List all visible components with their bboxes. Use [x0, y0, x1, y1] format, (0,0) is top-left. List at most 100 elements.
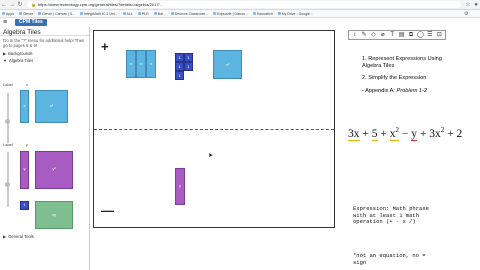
- sidebar-title: Algebra Tiles: [0, 27, 89, 36]
- lock-icon: 🔒: [31, 2, 36, 7]
- url-text: https://www.technology.cpm.org/general/t…: [37, 2, 163, 7]
- bookmark-label: Apps: [6, 11, 14, 16]
- label-y-caption: Label y: [3, 142, 28, 147]
- triangle-right-icon: ▶: [3, 51, 7, 56]
- bookmark-item[interactable]: PLG: [137, 11, 149, 16]
- address-bar: ← → ↻ 🔒 https://www.technology.cpm.org/ge…: [0, 0, 480, 10]
- workspace-unit-tile[interactable]: 1: [184, 62, 193, 71]
- profile-icon[interactable]: ●: [472, 1, 480, 9]
- bookmark-favicon-icon: [153, 12, 157, 15]
- app-header: ≡ CPM Tiles: [0, 18, 90, 27]
- bookmark-label: Clever: [22, 11, 34, 16]
- bookmark-favicon-icon: [213, 12, 217, 15]
- annotation-tool-5-icon[interactable]: ▤: [397, 31, 406, 39]
- annotation-tool-8-icon[interactable]: ☰: [425, 31, 434, 39]
- annotation-toolbar: ↕ ✎ ◇ ⌀ T ▤ ⧉ ◯ ☰ ⊡: [348, 30, 446, 40]
- note-item-3: - Appendix A: Problem 1-2: [362, 88, 427, 94]
- workspace-unit-tile[interactable]: 1: [175, 53, 184, 62]
- workspace-x2-tile[interactable]: x²: [213, 50, 242, 79]
- bookmark-item[interactable]: Clever | Canvas | S...: [38, 12, 75, 16]
- annotation-tool-9-icon[interactable]: ⊡: [435, 31, 444, 39]
- url-input[interactable]: 🔒 https://www.technology.cpm.org/general/…: [27, 1, 461, 8]
- hamburger-menu-icon[interactable]: ≡: [3, 19, 11, 27]
- y-slider-knob[interactable]: [5, 182, 10, 187]
- section-algebra-tiles[interactable]: ▼ Algebra Tiles: [0, 57, 89, 64]
- workspace-x-tile[interactable]: x: [126, 50, 136, 78]
- forward-icon[interactable]: →: [8, 1, 16, 9]
- region-divider: [94, 129, 334, 130]
- settings-icon[interactable]: ⚙: [464, 11, 476, 17]
- annotation-tool-1-icon[interactable]: ✎: [360, 31, 369, 39]
- bookmark-favicon-icon: [277, 12, 281, 15]
- bookmark-item[interactable]: Edpuzzle | Discou...: [213, 12, 248, 16]
- palette-unit-tile[interactable]: 1: [20, 201, 29, 210]
- workspace-unit-tile[interactable]: 1: [175, 62, 184, 71]
- negative-region-sign: —: [101, 203, 114, 218]
- expression-definition: Expression: Math phrase with at least 1 …: [353, 205, 429, 226]
- bookmark-favicon-icon: [253, 12, 257, 15]
- bookmark-favicon-icon: [80, 12, 84, 15]
- math-expression: 3x + 5 + x2 − y + 3x2 + 2: [348, 126, 463, 141]
- bookmark-item[interactable]: ALL: [122, 11, 133, 16]
- workspace-x-tile[interactable]: x: [136, 50, 146, 78]
- bookmark-label: Edpuzzle | Discou...: [217, 11, 249, 16]
- annotation-tool-2-icon[interactable]: ◇: [369, 31, 378, 39]
- annotation-tool-7-icon[interactable]: ◯: [416, 31, 425, 39]
- x-slider-rail: [7, 93, 9, 143]
- expression-footnote: *not an equation, no = sign: [353, 252, 426, 266]
- back-icon[interactable]: ←: [0, 1, 8, 9]
- mouse-pointer-icon: ➤: [208, 153, 214, 159]
- workspace-unit-tile[interactable]: 1: [184, 53, 193, 62]
- triangle-right-icon: ▶: [3, 234, 7, 239]
- workspace-x-tile[interactable]: x: [146, 50, 156, 78]
- bookmark-item[interactable]: Apps: [2, 12, 14, 16]
- note-item-2: 2. Simplify the Expression: [362, 75, 427, 81]
- bookmark-favicon-icon: [38, 12, 42, 15]
- annotation-tool-3-icon[interactable]: ⌀: [378, 31, 387, 39]
- workspace-y-tile[interactable]: y: [175, 168, 185, 205]
- bookmark-favicon-icon: [170, 12, 174, 15]
- bookmark-item[interactable]: Bal...: [153, 11, 166, 16]
- bookmark-label: IntegrMath IC-1 Uni...: [84, 11, 118, 16]
- bookmarks-bar: Apps Clever Clever | Canvas | S... IntegrMa…: [0, 10, 480, 18]
- bookmark-label: Bal...: [157, 11, 166, 16]
- bookmark-label: PLG: [141, 11, 149, 16]
- x-slider-knob[interactable]: [5, 119, 10, 124]
- star-icon[interactable]: ☆: [464, 1, 472, 9]
- palette-x2-tile[interactable]: x²: [35, 90, 68, 123]
- bookmark-item[interactable]: IntegrMath IC-1 Uni...: [80, 11, 118, 16]
- bookmark-favicon-icon: [137, 12, 141, 15]
- tile-workspace[interactable]: + — x x x 1 1 1 1 1 x² y ➤: [93, 30, 335, 228]
- bookmark-label: ALL: [126, 11, 133, 16]
- annotation-tool-0-icon[interactable]: ↕: [350, 31, 359, 39]
- palette-y2-tile[interactable]: y²: [35, 151, 73, 189]
- sidebar: Algebra Tiles Go to the "?" menu for add…: [0, 27, 90, 270]
- section-general-tools[interactable]: ▶ General Tools: [0, 233, 37, 240]
- triangle-down-icon: ▼: [3, 58, 7, 63]
- bookmark-favicon-icon: [2, 12, 5, 15]
- bookmark-label: My Drive - Google...: [281, 11, 313, 16]
- reload-icon[interactable]: ↻: [16, 1, 24, 9]
- palette-xy-tile[interactable]: xy: [35, 201, 73, 229]
- annotation-tool-6-icon[interactable]: ⧉: [407, 31, 416, 39]
- section-backgrounds[interactable]: ▶ Backgrounds: [0, 50, 89, 57]
- app-name-badge: CPM Tiles: [15, 19, 47, 26]
- bookmark-label: Desmos Classroom...: [174, 11, 209, 16]
- bookmark-label: Clever | Canvas | S...: [42, 11, 76, 16]
- bookmark-favicon-icon: [122, 12, 126, 15]
- note-item-1: 1. Represent Expressions Using Algebra T…: [362, 56, 442, 69]
- bookmark-item[interactable]: Education: [253, 12, 273, 16]
- bookmark-item[interactable]: Clever: [18, 11, 34, 16]
- positive-region-sign: +: [101, 39, 109, 54]
- bookmark-item[interactable]: Desmos Classroom...: [170, 11, 209, 16]
- bookmark-favicon-icon: [18, 12, 22, 15]
- sidebar-help-text: Go to the "?" menu for additional help! …: [3, 38, 85, 48]
- bookmark-label: Education: [257, 11, 273, 16]
- label-x-caption: Label x: [3, 82, 28, 87]
- annotation-tool-4-icon[interactable]: T: [388, 31, 397, 39]
- palette-y-tile[interactable]: y: [20, 151, 29, 189]
- workspace-unit-tile[interactable]: 1: [175, 71, 184, 80]
- bookmark-item[interactable]: My Drive - Google...: [277, 11, 313, 16]
- y-slider-rail: [7, 152, 9, 207]
- palette-x-tile[interactable]: x: [20, 90, 29, 123]
